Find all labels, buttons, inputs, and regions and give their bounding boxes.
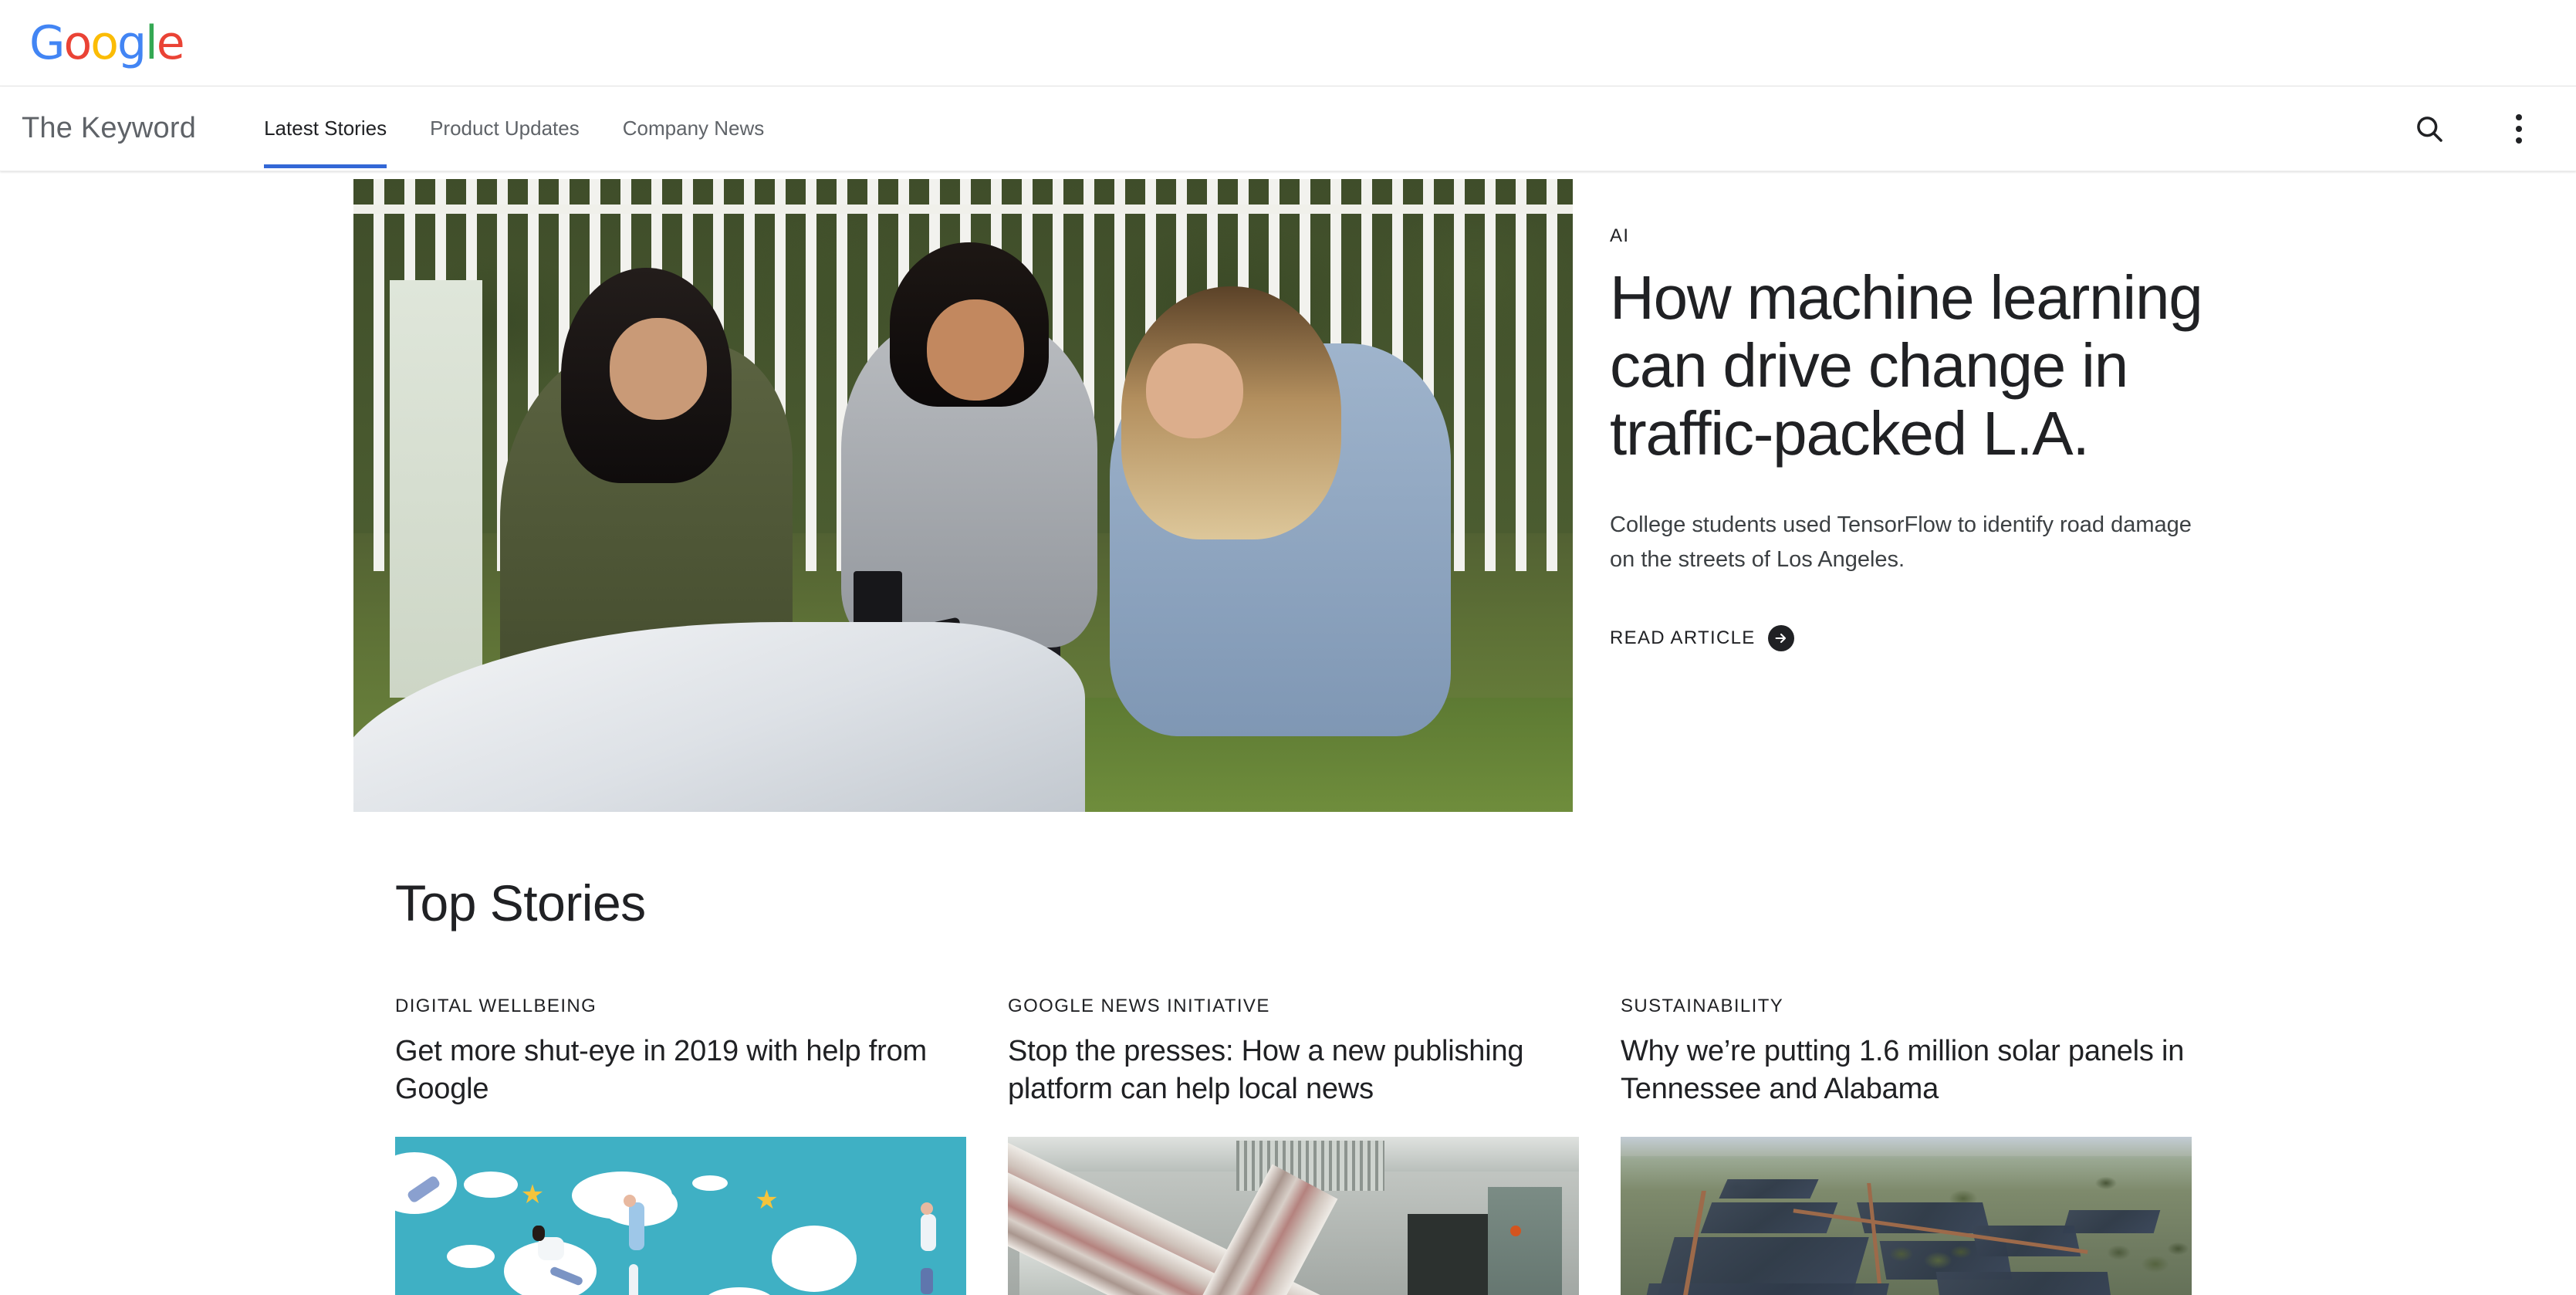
google-logo-letter-4: l [145,15,158,70]
site-nav-bar: The Keyword Latest Stories Product Updat… [0,86,2576,171]
printing-press-photo [1008,1137,1579,1295]
overflow-menu-button[interactable] [2497,107,2541,150]
story-card-title[interactable]: Get more shut-eye in 2019 with help from… [395,1033,966,1107]
wellbeing-illustration: ★ ★ ★ [395,1137,966,1295]
hero-photo [353,179,1573,812]
tab-product-updates-label: Product Updates [430,117,580,140]
google-logo-bar: Google [0,0,2576,86]
story-card-kicker: DIGITAL WELLBEING [395,996,597,1016]
top-stories-heading: Top Stories [395,874,646,932]
solar-farm-photo [1621,1137,2192,1295]
hero-text-block: AI How machine learning can drive change… [1610,179,2227,812]
hero-description: College students used TensorFlow to iden… [1610,512,2192,572]
google-logo-letter-0: G [29,15,65,70]
hero-kicker: AI [1610,225,1630,246]
google-logo[interactable]: Google [29,15,185,70]
tab-latest-stories[interactable]: Latest Stories [242,86,408,171]
google-logo-letter-1: o [63,15,93,70]
story-card-title[interactable]: Stop the presses: How a new publishing p… [1008,1033,1579,1107]
tab-company-news-label: Company News [622,117,765,140]
google-logo-letter-3: g [117,15,147,70]
nav-actions [2408,107,2576,150]
search-button[interactable] [2408,107,2451,150]
tab-latest-stories-label: Latest Stories [264,117,387,140]
arrow-right-circle-icon [1767,624,1794,651]
hero-section: AI How machine learning can drive change… [0,171,2576,812]
search-icon [2417,116,2442,142]
more-vert-icon [2516,113,2522,144]
google-logo-letter-2: o [90,15,119,70]
story-card-kicker: GOOGLE NEWS INITIATIVE [1008,996,1270,1016]
story-card-title[interactable]: Why we’re putting 1.6 million solar pane… [1621,1033,2192,1107]
read-article-link[interactable]: READ ARTICLE [1610,624,1794,651]
google-logo-letter-5: e [156,15,185,70]
top-stories-grid: DIGITAL WELLBEING Get more shut-eye in 2… [395,996,2576,1295]
story-card-image[interactable]: ★ ★ ★ [395,1137,966,1295]
page-root: Google The Keyword Latest Stories Produc… [0,0,2576,1295]
site-title[interactable]: The Keyword [0,112,242,145]
nav-tabs: Latest Stories Product Updates Company N… [242,86,786,171]
story-card-image[interactable] [1621,1137,2192,1295]
read-article-label: READ ARTICLE [1610,627,1756,648]
story-card-image[interactable] [1008,1137,1579,1295]
story-card[interactable]: DIGITAL WELLBEING Get more shut-eye in 2… [395,996,966,1295]
hero-image[interactable] [353,179,1573,812]
tab-product-updates[interactable]: Product Updates [408,86,601,171]
story-card[interactable]: SUSTAINABILITY Why we’re putting 1.6 mil… [1621,996,2192,1295]
story-card-kicker: SUSTAINABILITY [1621,996,1784,1016]
story-card[interactable]: GOOGLE NEWS INITIATIVE Stop the presses:… [1008,996,1579,1295]
hero-headline[interactable]: How machine learning can drive change in… [1610,264,2227,468]
tab-company-news[interactable]: Company News [601,86,786,171]
